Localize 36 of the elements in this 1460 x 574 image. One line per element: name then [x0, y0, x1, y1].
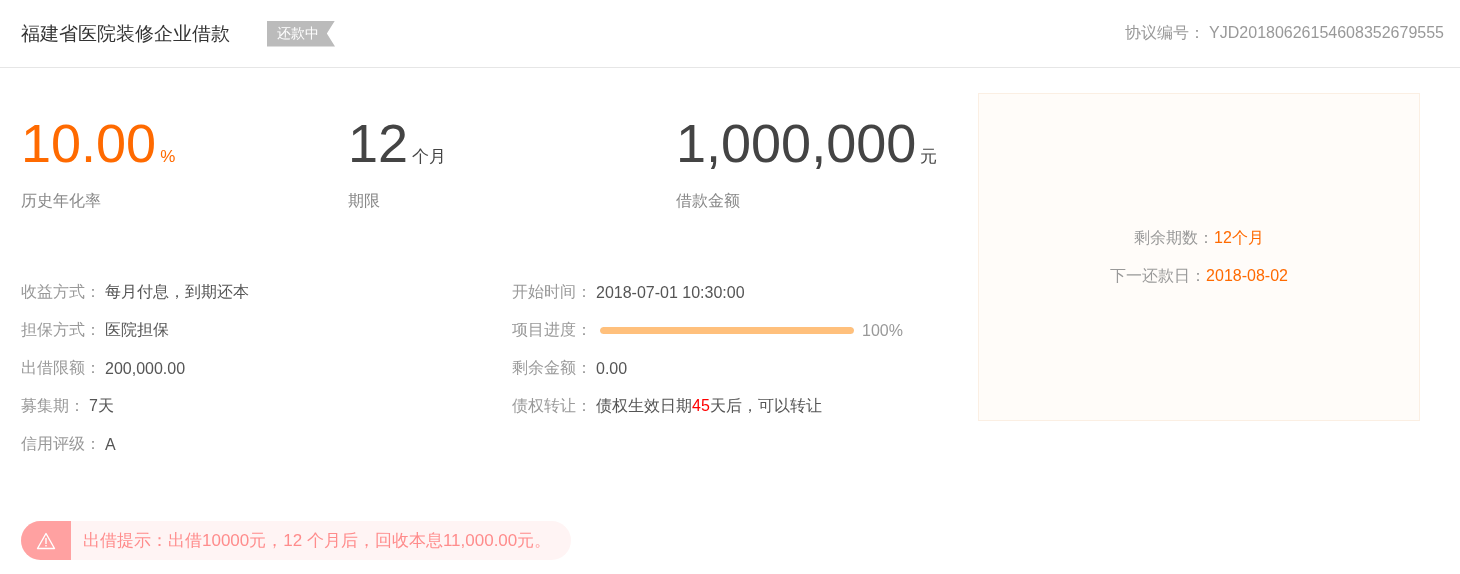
detail-value: 0.00: [596, 359, 628, 378]
detail-label: 担保方式：: [21, 320, 101, 340]
detail-label: 开始时间：: [512, 282, 592, 302]
detail-value: 医院担保: [105, 320, 169, 340]
detail-label: 信用评级：: [21, 434, 101, 454]
stat-value: 1,000,000: [676, 115, 917, 171]
summary-label: 下一还款日：: [1110, 266, 1207, 284]
stat-unit: %: [160, 147, 176, 167]
agreement-number: 协议编号： YJD20180626154608352679555: [1124, 23, 1444, 43]
summary-label: 剩余期数：: [1134, 228, 1215, 246]
summary-value: 2018-08-02: [1206, 266, 1288, 284]
stat-value: 10.00: [21, 115, 157, 171]
detail-label: 收益方式：: [21, 282, 101, 302]
detail-value: 2018-07-01 10:30:00: [596, 283, 745, 302]
detail-value: A: [105, 435, 116, 454]
detail-value: 每月付息，到期还本: [105, 282, 249, 302]
warning-icon: [36, 531, 56, 550]
status-tag: 还款中: [267, 20, 335, 47]
detail-label: 项目进度：: [512, 320, 592, 340]
stat-unit: 元: [920, 146, 938, 168]
detail-value: 7天: [89, 396, 114, 416]
detail-label: 剩余金额：: [512, 358, 592, 378]
stat-label: 期限: [348, 191, 381, 211]
detail-label: 募集期：: [21, 396, 85, 416]
stat-label: 借款金额: [676, 191, 741, 211]
tip-text: 出借提示：出借10000元，12 个月后，回收本息11,000.00元。: [83, 530, 552, 552]
detail-value: 债权生效日期45天后，可以转让: [596, 396, 822, 416]
detail-value: 200,000.00: [105, 359, 186, 378]
summary-value: 12个月: [1214, 228, 1264, 246]
stat-value: 12: [348, 115, 409, 171]
loan-title: 福建省医院装修企业借款: [21, 21, 230, 46]
progress-reading: 100%: [862, 321, 903, 340]
detail-label: 债权转让：: [512, 396, 592, 416]
detail-label: 出借限额：: [21, 358, 101, 378]
stat-label: 历史年化率: [21, 191, 102, 211]
stat-unit: 个月: [412, 146, 447, 168]
